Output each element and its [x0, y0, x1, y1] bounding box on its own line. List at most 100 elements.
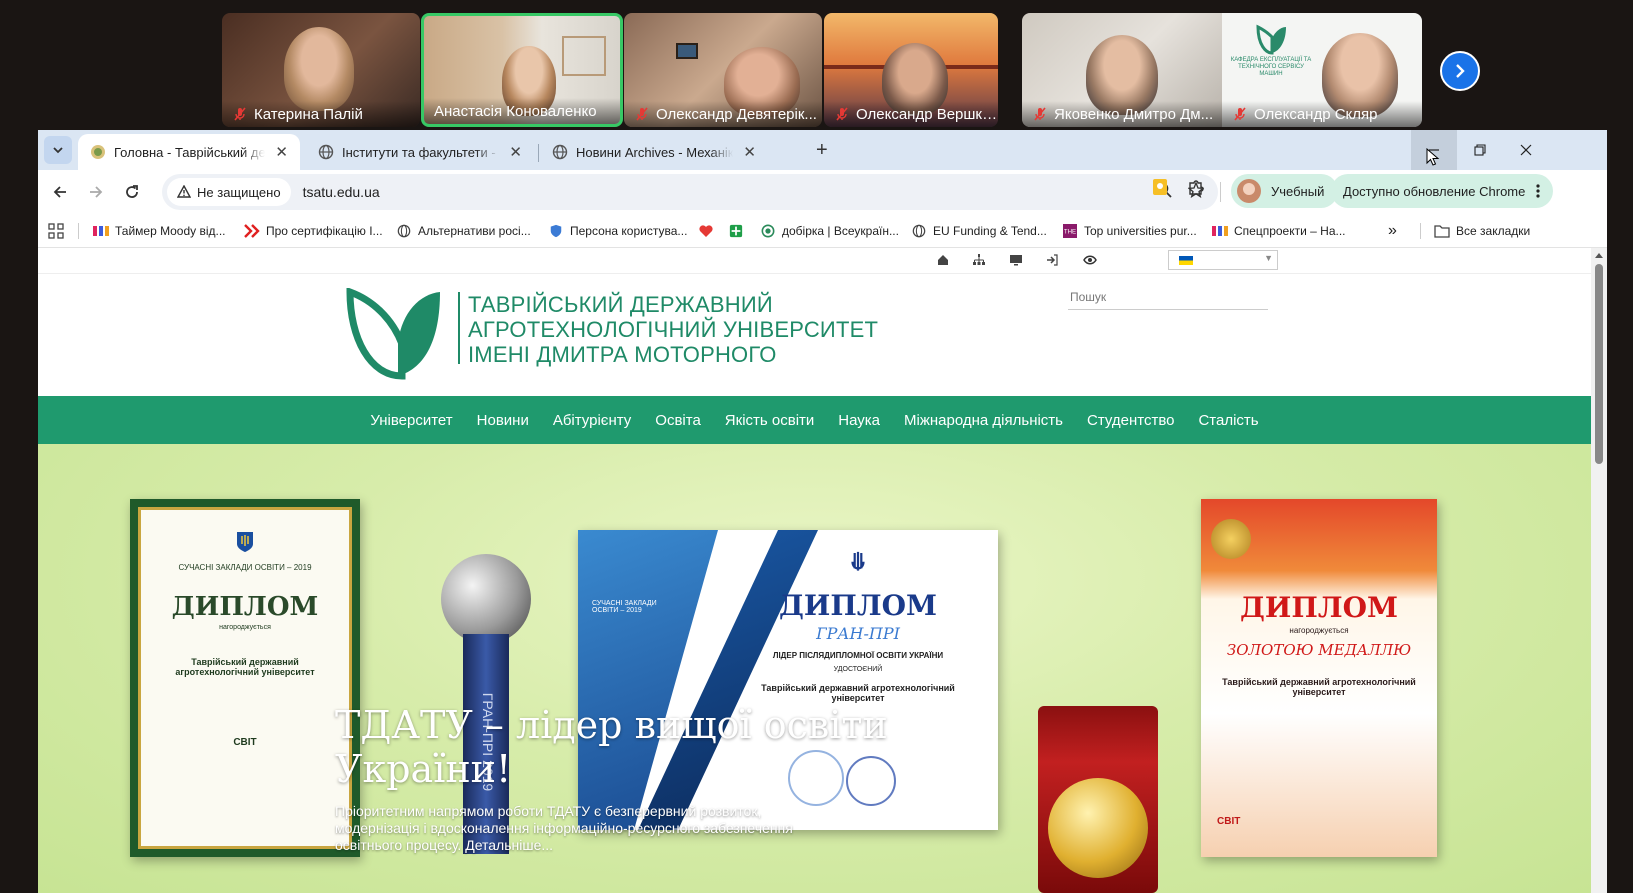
all-bookmarks-button[interactable]: Все закладки [1434, 221, 1530, 241]
bookmark-item[interactable]: добірка | Всеукраїн... [760, 221, 899, 241]
mouse-cursor-icon [1426, 148, 1440, 166]
keep-extension-button[interactable] [1150, 178, 1170, 198]
nav-item-sustainability[interactable]: Сталість [1198, 412, 1258, 429]
participant-tile[interactable]: КАФЕДРА ЕКСПЛУАТАЦІЇ ТА ТЕХНІЧНОГО СЕРВІ… [1222, 13, 1422, 127]
scroll-up-icon [1595, 253, 1603, 258]
more-bookmarks-button[interactable]: » [1388, 221, 1397, 241]
moody-favicon-icon [93, 226, 109, 236]
extensions-button[interactable] [1186, 178, 1206, 198]
university-name[interactable]: ТАВРІЙСЬКИЙ ДЕРЖАВНИЙ АГРОТЕХНОЛОГІЧНИЙ … [468, 292, 988, 367]
wall-picture [676, 43, 698, 59]
bookmark-label: Персона користува... [570, 224, 688, 238]
hero-slider[interactable]: СУЧАСНІ ЗАКЛАДИ ОСВІТИ – 2019 ДИПЛОМ наг… [38, 444, 1591, 893]
keep-note-icon [1153, 179, 1167, 195]
tab-search-button[interactable] [44, 136, 72, 164]
close-window-button[interactable] [1503, 130, 1549, 170]
home-icon[interactable] [936, 254, 950, 268]
nav-item-education[interactable]: Освіта [655, 412, 701, 429]
apps-grid-icon [48, 223, 64, 239]
globe-icon [912, 224, 926, 238]
tab-institutes[interactable]: Інститути та факультети - Таврійський ✕ [306, 134, 534, 170]
hero-description[interactable]: Пріоритетним напрямом роботи ТДАТУ є без… [335, 803, 835, 854]
bookmark-item[interactable]: Таймер Moody від... [93, 221, 226, 241]
bookmark-item[interactable]: Альтернативи росі... [396, 221, 531, 241]
security-label: Не защищено [197, 184, 281, 200]
participant-tile-speaking[interactable]: Анастасія Коноваленко [421, 13, 623, 127]
hero-title[interactable]: ТДАТУ – лідер вищої освіти України! [335, 703, 895, 791]
bookmark-item[interactable] [728, 221, 750, 241]
nav-item-students[interactable]: Студентство [1087, 412, 1174, 429]
site-info-chip[interactable]: Не защищено [167, 178, 291, 206]
double-chevron-icon [244, 224, 260, 238]
bookmark-item[interactable]: THE Top universities pur... [1062, 221, 1197, 241]
nav-item-science[interactable]: Наука [838, 412, 880, 429]
university-logo[interactable] [344, 288, 444, 380]
close-tab-icon[interactable]: ✕ [743, 143, 756, 161]
mic-off-icon [636, 107, 648, 121]
update-label: Доступно обновление Chrome [1343, 183, 1526, 199]
participant-tile[interactable]: Катерина Палій [222, 13, 420, 127]
address-bar[interactable]: Не защищено tsatu.edu.ua [162, 174, 1218, 210]
warning-icon [177, 185, 191, 198]
nav-item-university[interactable]: Університет [370, 412, 452, 429]
close-tab-icon[interactable]: ✕ [275, 143, 288, 161]
restore-button[interactable] [1457, 130, 1503, 170]
monitor-icon[interactable] [1009, 254, 1023, 268]
participant-tile[interactable]: Олександр Девятерік... [624, 13, 822, 127]
bookmark-item[interactable]: EU Funding & Tend... [911, 221, 1047, 241]
login-icon[interactable] [1045, 254, 1059, 268]
coat-of-arms-icon [237, 532, 253, 552]
diploma-line: ЛІДЕР ПІСЛЯДИПЛОМНОЇ ОСВІТИ УКРАЇНИ [772, 651, 944, 660]
close-tab-icon[interactable]: ✕ [509, 143, 522, 161]
bookmark-item[interactable]: Спецпроекти – На... [1212, 221, 1346, 241]
chevron-right-icon [1456, 64, 1465, 78]
reload-button[interactable] [118, 178, 146, 206]
tab-home[interactable]: Головна - Таврійський державний ✕ [78, 134, 300, 170]
scrollbar-thumb[interactable] [1595, 264, 1603, 464]
bookmark-label: Альтернативи росі... [418, 224, 531, 238]
bookmark-label: Все закладки [1456, 224, 1531, 238]
bookmarks-divider [78, 223, 79, 239]
bookmark-label: Таймер Moody від... [115, 224, 226, 238]
page-scrollbar[interactable] [1591, 248, 1607, 893]
shield-icon [550, 224, 562, 238]
participant-name: Катерина Палій [254, 105, 363, 123]
nav-item-news[interactable]: Новини [477, 412, 529, 429]
language-select[interactable]: ▼ [1168, 250, 1278, 270]
the-logo-icon: THE [1063, 224, 1077, 238]
bookmark-item[interactable]: Персона користува... [548, 221, 687, 241]
forward-button[interactable] [82, 178, 110, 206]
video-call-strip: Катерина Палій Анастасія Коноваленко Оле… [0, 0, 1633, 130]
back-button[interactable] [46, 178, 74, 206]
diploma-grand-prix: ГРАН-ПРІ [816, 624, 900, 643]
kebab-menu-icon [1536, 184, 1540, 198]
nav-item-education-quality[interactable]: Якість освіти [725, 412, 814, 429]
tab-news[interactable]: Новини Archives - Механіко-технол ✕ [540, 134, 768, 170]
diploma-right: ДИПЛОМ нагороджується ЗОЛОТОЮ МЕДАЛЛЮ Та… [1201, 499, 1437, 857]
diploma-title: ДИПЛОМ [779, 589, 937, 622]
svg-text:THE: THE [1064, 229, 1076, 236]
bookmark-item[interactable]: Про сертифікацію I... [244, 221, 383, 241]
next-participants-button[interactable] [1440, 51, 1480, 91]
nav-item-applicants[interactable]: Абітурієнту [553, 412, 631, 429]
profile-label: Учебный [1271, 183, 1325, 199]
site-search-input[interactable]: Пошук [1068, 284, 1268, 310]
arrow-left-icon [53, 186, 66, 198]
profile-button[interactable]: Учебный [1231, 174, 1339, 208]
new-tab-button[interactable]: + [816, 139, 828, 162]
sitemap-icon[interactable] [972, 254, 986, 268]
participant-name: Олександр Скляр [1254, 105, 1378, 123]
globe-icon [552, 144, 568, 160]
participant-name: Олександр Девятерік... [656, 105, 817, 123]
apps-button[interactable] [48, 221, 64, 241]
nav-item-international[interactable]: Міжнародна діяльність [904, 412, 1063, 429]
main-navigation: Університет Новини Абітурієнту Освіта Як… [38, 396, 1591, 444]
participant-tile[interactable]: Олександр Вершков [824, 13, 998, 127]
eye-icon[interactable] [1083, 254, 1097, 268]
chrome-update-button[interactable]: Доступно обновление Chrome [1331, 174, 1554, 208]
participant-tile[interactable]: Яковенко Дмитро Дм... [1022, 13, 1222, 127]
diploma-subtitle: нагороджується [219, 624, 271, 631]
bookmark-item[interactable] [698, 221, 720, 241]
department-logo [1256, 24, 1286, 55]
bookmark-label: EU Funding & Tend... [933, 224, 1047, 238]
